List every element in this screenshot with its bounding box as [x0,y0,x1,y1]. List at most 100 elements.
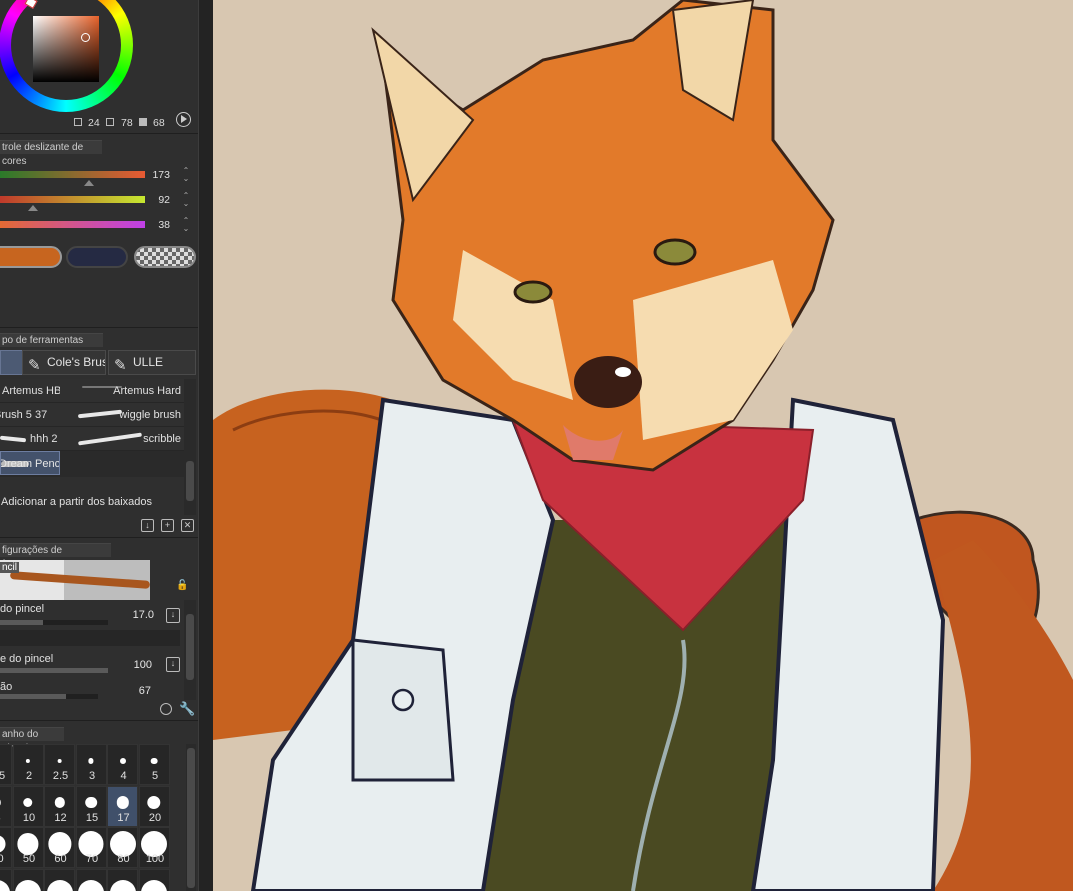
pressure-icon[interactable]: ↓ [166,657,180,672]
brush-size-cell[interactable] [138,868,170,891]
brush-size-cell[interactable]: 40 [0,827,12,868]
saturation-icon [106,118,114,126]
brush-size-cell[interactable] [107,868,138,891]
spin-2[interactable]: ⌃ ⌄ [181,192,191,208]
pressure-icon[interactable]: ↓ [166,608,180,623]
slider-thumb-1[interactable] [84,180,94,186]
brush-size-grid: 1.5 2 2.5 3 4 5 8 10 12 15 17 20 40 50 60 70 80 100 [0,744,184,891]
brush-size-dot [88,758,94,764]
brush-size-cell[interactable]: 15 [75,785,107,827]
main-color-swatch[interactable] [0,246,62,268]
brush-size-track[interactable] [0,630,180,646]
brush-size-cell[interactable]: 12 [44,785,75,827]
brush-scribble[interactable]: scribble [60,427,184,451]
brush-size-cell[interactable]: 8 [0,785,13,827]
saturation-value: 78 [121,117,133,129]
brush-size-dot [23,797,33,808]
brush-size-label: 80 [117,853,130,865]
brush-size-label: 12 [54,811,67,824]
sub-color-swatch[interactable] [66,246,128,268]
brush-size-label: 70 [85,853,99,865]
add-from-downloads[interactable]: Adicionar a partir dos baixados [1,496,152,508]
spin-1[interactable]: ⌃ ⌄ [181,167,191,183]
spin-3[interactable]: ⌃ ⌄ [181,217,191,233]
brush-size-cell[interactable] [0,868,12,891]
brush-size-dot [25,758,31,764]
brush-size-cell[interactable]: 3 [75,744,107,785]
brush-size-cell[interactable]: 5 [138,744,170,785]
stabilization-bar[interactable] [0,694,98,699]
slider-value-1[interactable]: 173 [150,169,170,181]
brush-artemus-hard[interactable]: Artemus Hard [60,379,184,403]
slider-value-2[interactable]: 92 [150,194,170,206]
duplicate-icon[interactable]: + [161,519,174,532]
brush-size-label: 10 [22,811,36,824]
sv-marker[interactable] [81,33,90,42]
trash-icon[interactable]: ✕ [181,519,194,532]
brush-size-bar[interactable] [0,620,108,625]
artwork [213,0,1073,891]
brush-size-cell[interactable]: 2 [12,744,44,785]
brush-density-value[interactable]: 100 [120,659,152,671]
wrench-icon[interactable]: 🔧 [179,701,195,717]
brush-artemus-hb[interactable]: Artemus HB [0,379,60,403]
panel-divider[interactable] [198,0,213,891]
brush-size-scrollbar[interactable] [186,744,196,891]
slider-track-3[interactable] [0,221,145,228]
brush-size-cell[interactable]: 80 [107,827,138,868]
brush-size-dot [57,758,62,764]
left-panel: 24 78 68 trole deslizante de cores 173 ⌃… [0,0,198,891]
brush-size-cell[interactable]: 50 [12,827,44,868]
brush-size-cell[interactable]: 10 [12,785,44,827]
download-icon[interactable]: ↓ [141,519,154,532]
slider-thumb-2[interactable] [28,205,38,211]
brush-size-cell[interactable]: 17 [107,785,138,827]
brush-size-dot [54,797,65,808]
brush-size-dot [141,879,167,891]
brush-size-cell[interactable]: 70 [75,827,107,868]
brush-size-cell[interactable] [44,868,75,891]
brush-size-label: 60 [54,853,67,865]
pen-icon: ✎ [28,357,41,374]
brush-size-cell[interactable]: 4 [107,744,138,785]
brush-size-dot [78,879,104,891]
brush-size-label: 4 [120,770,127,782]
brush-size-label: 20 [148,811,162,824]
brush-hhh-2[interactable]: hhh 2 [0,427,60,451]
color-slider-title: trole deslizante de cores [0,140,102,167]
brush-size-label: 5 [151,770,159,782]
drawing-canvas[interactable] [213,0,1073,891]
tab-coles-brush[interactable]: ✎ Cole's Brush [22,350,106,375]
slider-value-3[interactable]: 38 [150,219,170,231]
brush-size-cell[interactable]: 20 [138,785,170,827]
brush-preview: ncil [0,560,151,600]
brush-size-dot [109,879,136,891]
brush-size-cell[interactable]: 100 [138,827,170,868]
brush-size-cell[interactable]: 1.5 [0,744,12,785]
slider-track-2[interactable] [0,196,145,203]
brush-list-scrollbar[interactable] [184,379,196,515]
brush-size-label: 1.5 [0,770,6,782]
color-mode-button[interactable] [176,112,191,127]
saturation-value-square[interactable] [33,16,99,82]
brush-size-cell[interactable]: 2.5 [44,744,75,785]
brush-size-dot [116,796,129,809]
tab-ulle[interactable]: ✎ ULLE [108,350,196,375]
brush-size-dot [85,796,97,809]
stabilization-value[interactable]: 67 [119,685,151,697]
brush-label: Dream Pencil [0,458,60,470]
brush-dream-pencil[interactable]: Dream Pencil [0,451,60,475]
brush-size-label: 8 [0,812,13,824]
brush-size-value[interactable]: 17.0 [122,609,154,621]
brush-size-cell[interactable]: 60 [44,827,75,868]
brush-size-cell[interactable] [12,868,44,891]
slider-track-1[interactable] [0,171,145,178]
reset-icon[interactable] [160,703,172,715]
brush-wiggle[interactable]: wiggle brush [60,403,184,427]
lock-icon[interactable]: 🔓 [176,580,188,591]
brush-density-bar[interactable] [0,668,108,673]
brush-5-37[interactable]: Brush 5 37 [0,403,60,427]
tool-settings-scrollbar[interactable] [184,600,196,700]
brush-size-cell[interactable] [75,868,107,891]
transparent-swatch[interactable] [134,246,196,268]
